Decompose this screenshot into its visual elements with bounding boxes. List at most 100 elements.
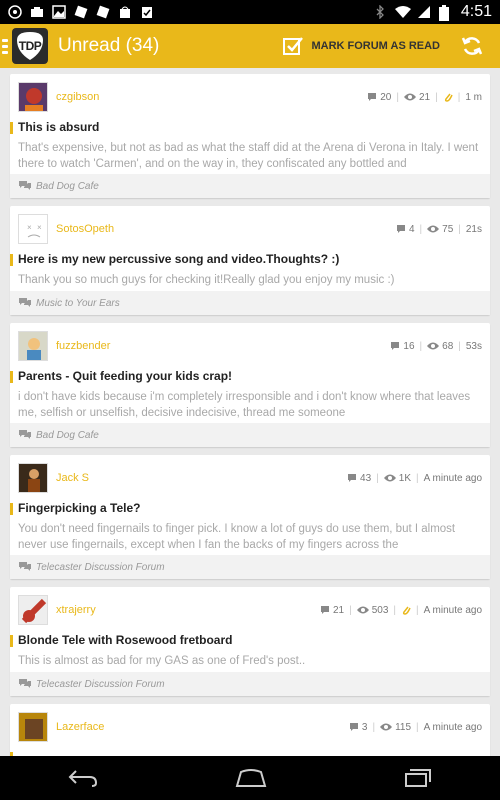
image-icon <box>52 5 66 19</box>
nav-bar <box>0 756 500 800</box>
post-title[interactable]: Fingerpicking a Tele? <box>18 501 490 515</box>
forum-name[interactable]: Telecaster Discussion Forum <box>36 679 165 690</box>
eye-icon <box>403 93 416 101</box>
reply-count: 20 <box>380 91 392 103</box>
reply-count: 16 <box>403 340 415 352</box>
dice-icon <box>74 5 88 19</box>
forum-name[interactable]: Music to Your Ears <box>36 298 120 309</box>
view-count: 75 <box>442 223 454 235</box>
forum-name[interactable]: Bad Dog Cafe <box>36 181 99 192</box>
username[interactable]: fuzzbender <box>56 340 110 352</box>
logo-text: TDP <box>18 39 42 53</box>
refresh-icon <box>461 37 483 55</box>
post-title[interactable]: This is absurd <box>18 120 490 134</box>
app-logo[interactable]: TDP <box>12 28 48 64</box>
post-stats: 4 | 75 | 21s <box>396 224 482 235</box>
post-card[interactable]: × × SotosOpeth 4 | 75 | 21s Here is my new … <box>10 206 490 315</box>
post-time: 53s <box>465 340 482 352</box>
eye-icon <box>427 342 440 350</box>
eye-icon <box>427 225 440 233</box>
eye-icon <box>383 474 396 482</box>
avatar[interactable]: × × <box>18 214 48 244</box>
post-time: A minute ago <box>423 721 482 733</box>
forum-icon <box>19 430 31 439</box>
post-card[interactable]: czgibson 20 | 21 | | 1 m This is absurd Th… <box>10 74 490 198</box>
menu-icon[interactable] <box>2 38 8 54</box>
username[interactable]: czgibson <box>56 91 99 103</box>
post-excerpt: i don't have kids because i'm completely… <box>18 391 471 419</box>
reply-count: 4 <box>408 223 415 235</box>
post-list[interactable]: czgibson 20 | 21 | | 1 m This is absurd Th… <box>0 68 500 756</box>
view-count: 1K <box>398 472 412 484</box>
post-title[interactable]: Blonde Tele with Rosewood fretboard <box>18 633 490 647</box>
post-stats: 21 | 503 | | A minute ago <box>320 604 482 616</box>
comment-icon <box>348 474 357 482</box>
post-card[interactable]: Lazerface 3 | 115 | A minute ago <box>10 704 490 756</box>
post-time: A minute ago <box>423 472 482 484</box>
view-count: 68 <box>442 340 454 352</box>
comment-icon <box>349 723 358 731</box>
post-excerpt: Thank you so much guys for checking it!R… <box>18 274 395 286</box>
avatar[interactable] <box>18 331 48 361</box>
post-excerpt: That's expensive, but not as bad as what… <box>18 142 479 170</box>
page-title: Unread (34) <box>58 35 160 56</box>
forum-icon <box>19 181 31 190</box>
forum-name[interactable]: Bad Dog Cafe <box>36 430 99 441</box>
status-bar: 4:51 <box>0 0 500 24</box>
username[interactable]: Jack S <box>56 472 89 484</box>
card-footer: Bad Dog Cafe <box>10 423 490 447</box>
post-card[interactable]: fuzzbender 16 | 68 | 53s Parents - Quit fe… <box>10 323 490 447</box>
reply-count: 3 <box>361 721 368 733</box>
card-footer: Music to Your Ears <box>10 291 490 315</box>
svg-text:×: × <box>27 223 32 232</box>
home-icon[interactable] <box>235 768 267 788</box>
post-card[interactable]: xtrajerry 21 | 503 | | A minute ago Blonde… <box>10 587 490 696</box>
post-excerpt: This is almost as bad for my GAS as one … <box>18 655 306 667</box>
eye-icon <box>380 723 393 731</box>
post-excerpt: You don't need fingernails to finger pic… <box>18 523 456 551</box>
post-card[interactable]: Jack S 43 | 1K | A minute ago Fingerpickin… <box>10 455 490 579</box>
view-count: 115 <box>395 721 412 733</box>
username[interactable]: xtrajerry <box>56 604 96 616</box>
wifi-icon <box>394 5 411 19</box>
avatar[interactable] <box>18 712 48 742</box>
recent-apps-icon[interactable] <box>404 768 432 788</box>
forum-name[interactable]: Telecaster Discussion Forum <box>36 562 165 573</box>
card-footer: Bad Dog Cafe <box>10 174 490 198</box>
card-footer: Telecaster Discussion Forum <box>10 672 490 696</box>
dice-icon <box>96 5 110 19</box>
forum-icon <box>19 679 31 688</box>
reply-count: 21 <box>332 604 345 616</box>
username[interactable]: Lazerface <box>56 721 104 733</box>
bluetooth-icon <box>373 4 387 20</box>
avatar[interactable] <box>18 82 48 112</box>
comment-icon <box>396 225 405 233</box>
post-title[interactable]: Here is my new percussive song and video… <box>18 252 490 266</box>
view-count: 503 <box>371 604 389 616</box>
username[interactable]: SotosOpeth <box>56 223 114 235</box>
post-stats: 20 | 21 | | 1 m <box>367 91 482 103</box>
signal-icon <box>417 5 431 19</box>
post-stats: 3 | 115 | A minute ago <box>349 722 482 733</box>
avatar[interactable] <box>18 463 48 493</box>
svg-text:×: × <box>37 223 42 232</box>
eye-icon <box>356 606 369 614</box>
post-time: 1 m <box>465 91 482 103</box>
post-time: A minute ago <box>423 604 482 616</box>
post-stats: 16 | 68 | 53s <box>390 341 482 352</box>
comment-icon <box>368 93 377 101</box>
mark-forum-read-button[interactable]: MARK FORUM AS READ <box>273 24 450 68</box>
post-time: 21s <box>465 223 482 235</box>
reply-count: 43 <box>360 472 372 484</box>
refresh-button[interactable] <box>450 24 494 68</box>
battery-icon <box>438 5 453 21</box>
avatar[interactable] <box>18 595 48 625</box>
paperclip-icon <box>444 93 453 102</box>
post-title[interactable]: Parents - Quit feeding your kids crap! <box>18 369 490 383</box>
status-time: 4:51 <box>460 3 492 20</box>
app-bar: TDP Unread (34) MARK FORUM AS READ <box>0 24 500 68</box>
mark-read-label: MARK FORUM AS READ <box>311 40 440 52</box>
back-icon[interactable] <box>68 768 98 788</box>
view-count: 21 <box>418 91 431 103</box>
card-footer: Telecaster Discussion Forum <box>10 555 490 579</box>
